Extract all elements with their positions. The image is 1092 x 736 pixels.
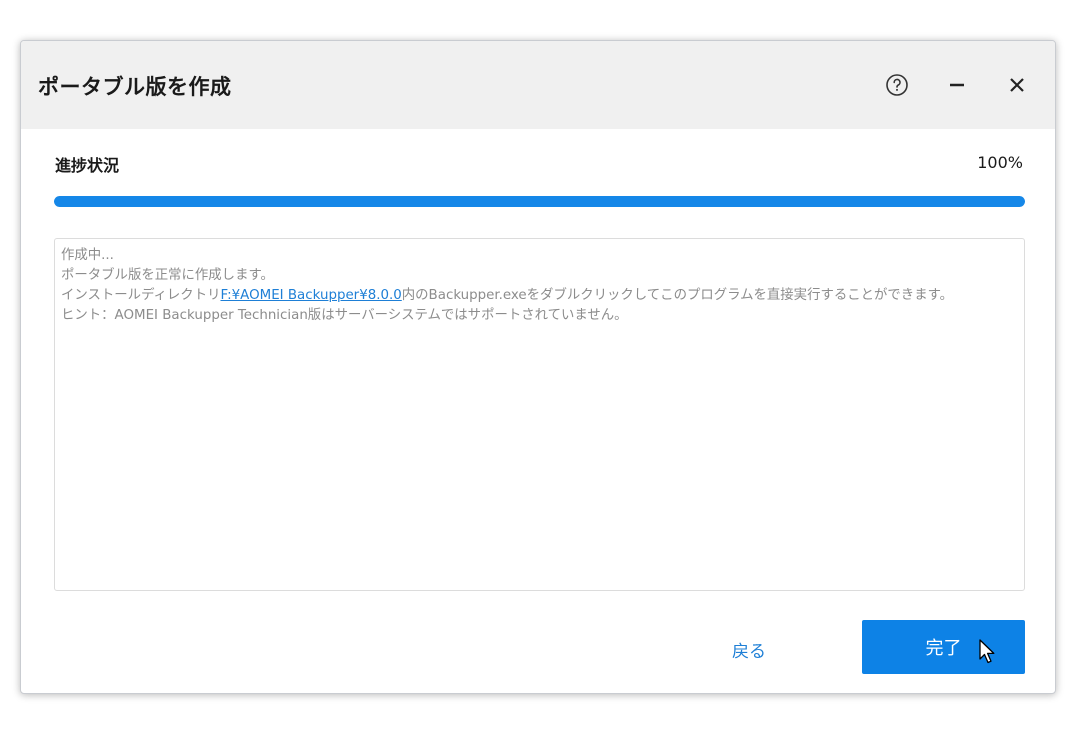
help-button[interactable]	[883, 71, 911, 99]
log-line: インストールディレクトリF:¥AOMEI Backupper¥8.0.0内のBa…	[61, 286, 1018, 306]
close-icon	[1010, 78, 1024, 92]
dialog-title: ポータブル版を作成	[38, 75, 232, 99]
minimize-icon	[950, 83, 964, 87]
minimize-button[interactable]	[943, 71, 971, 99]
mouse-pointer-icon	[979, 639, 995, 664]
log-text: 内のBackupper.exeをダブルクリックしてこのプログラムを直接実行するこ…	[401, 288, 954, 303]
log-text: インストールディレクトリ	[61, 288, 221, 303]
install-directory-link[interactable]: F:¥AOMEI Backupper¥8.0.0	[220, 288, 401, 303]
finish-button-label: 完了	[925, 638, 962, 659]
create-portable-dialog: ポータブル版を作成 進捗状況 100% 作成中... ポータブル版を正常に作成し…	[20, 40, 1056, 694]
log-line: ポータブル版を正常に作成します。	[61, 268, 274, 283]
log-output[interactable]: 作成中... ポータブル版を正常に作成します。 インストールディレクトリF:¥A…	[54, 238, 1025, 591]
log-line: ヒント：AOMEI Backupper Technician版はサーバーシステム…	[61, 308, 628, 323]
close-button[interactable]	[1003, 71, 1031, 99]
back-button[interactable]: 戻る	[732, 637, 766, 662]
title-bar: ポータブル版を作成	[21, 41, 1055, 129]
progress-bar	[54, 196, 1025, 207]
help-icon	[886, 74, 908, 96]
log-line: 作成中...	[61, 248, 114, 263]
progress-bar-fill	[54, 196, 1025, 207]
progress-percent: 100%	[977, 153, 1023, 172]
progress-label: 進捗状況	[55, 156, 120, 175]
finish-button[interactable]: 完了	[862, 620, 1025, 674]
